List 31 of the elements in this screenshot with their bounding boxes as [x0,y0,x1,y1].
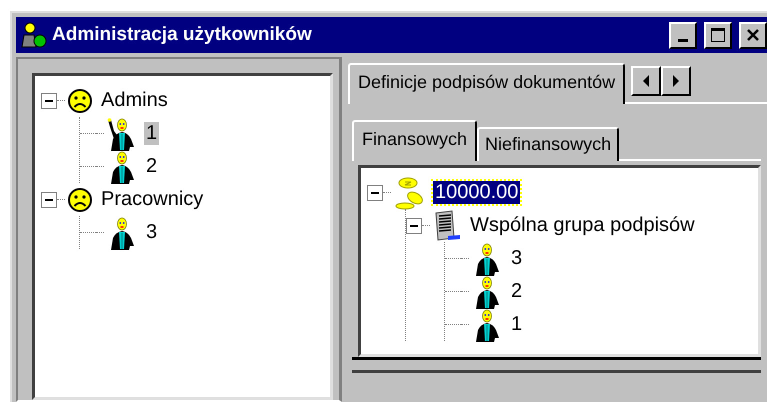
collapse-toggle[interactable] [406,218,422,234]
minimize-icon [678,38,688,42]
tree-item-label[interactable]: 2 [509,280,524,303]
close-button[interactable] [739,22,767,48]
tab[interactable]: Niefinansowych [477,127,620,161]
tree-item-label[interactable]: 2 [144,155,160,178]
collapse-toggle[interactable] [41,192,57,208]
window-title: Administracja użytkowników [52,24,313,46]
sad-face-icon [67,186,93,212]
maximize-icon [710,27,726,43]
minimize-button[interactable] [669,22,697,48]
tree-item-label[interactable]: 1 [509,313,524,336]
tab[interactable]: Finansowych [352,120,478,161]
sad-face-icon [67,88,93,114]
collapse-toggle[interactable] [367,184,383,200]
left-arrow-icon [642,75,650,87]
right-arrow-icon [672,75,680,87]
users-icon [20,21,48,49]
tree-item-label[interactable]: Wspólna grupa podpisów [468,214,697,237]
maximize-button[interactable] [704,22,732,48]
collapse-toggle[interactable] [41,92,57,108]
scroll-left-button[interactable] [631,66,662,96]
tree-item-label[interactable]: 3 [144,221,160,244]
tree-item-label[interactable]: Pracownicy [99,188,206,211]
tree-item-label[interactable]: 10000.00 [433,181,520,204]
tab[interactable]: Definicje podpisów dokumentów [348,63,626,104]
scroll-right-button[interactable] [661,66,692,96]
tree-item-label[interactable]: 3 [509,247,524,270]
close-icon [746,28,760,42]
tree-item-label[interactable]: 1 [144,122,160,145]
tree-item-label[interactable]: Admins [99,89,170,112]
